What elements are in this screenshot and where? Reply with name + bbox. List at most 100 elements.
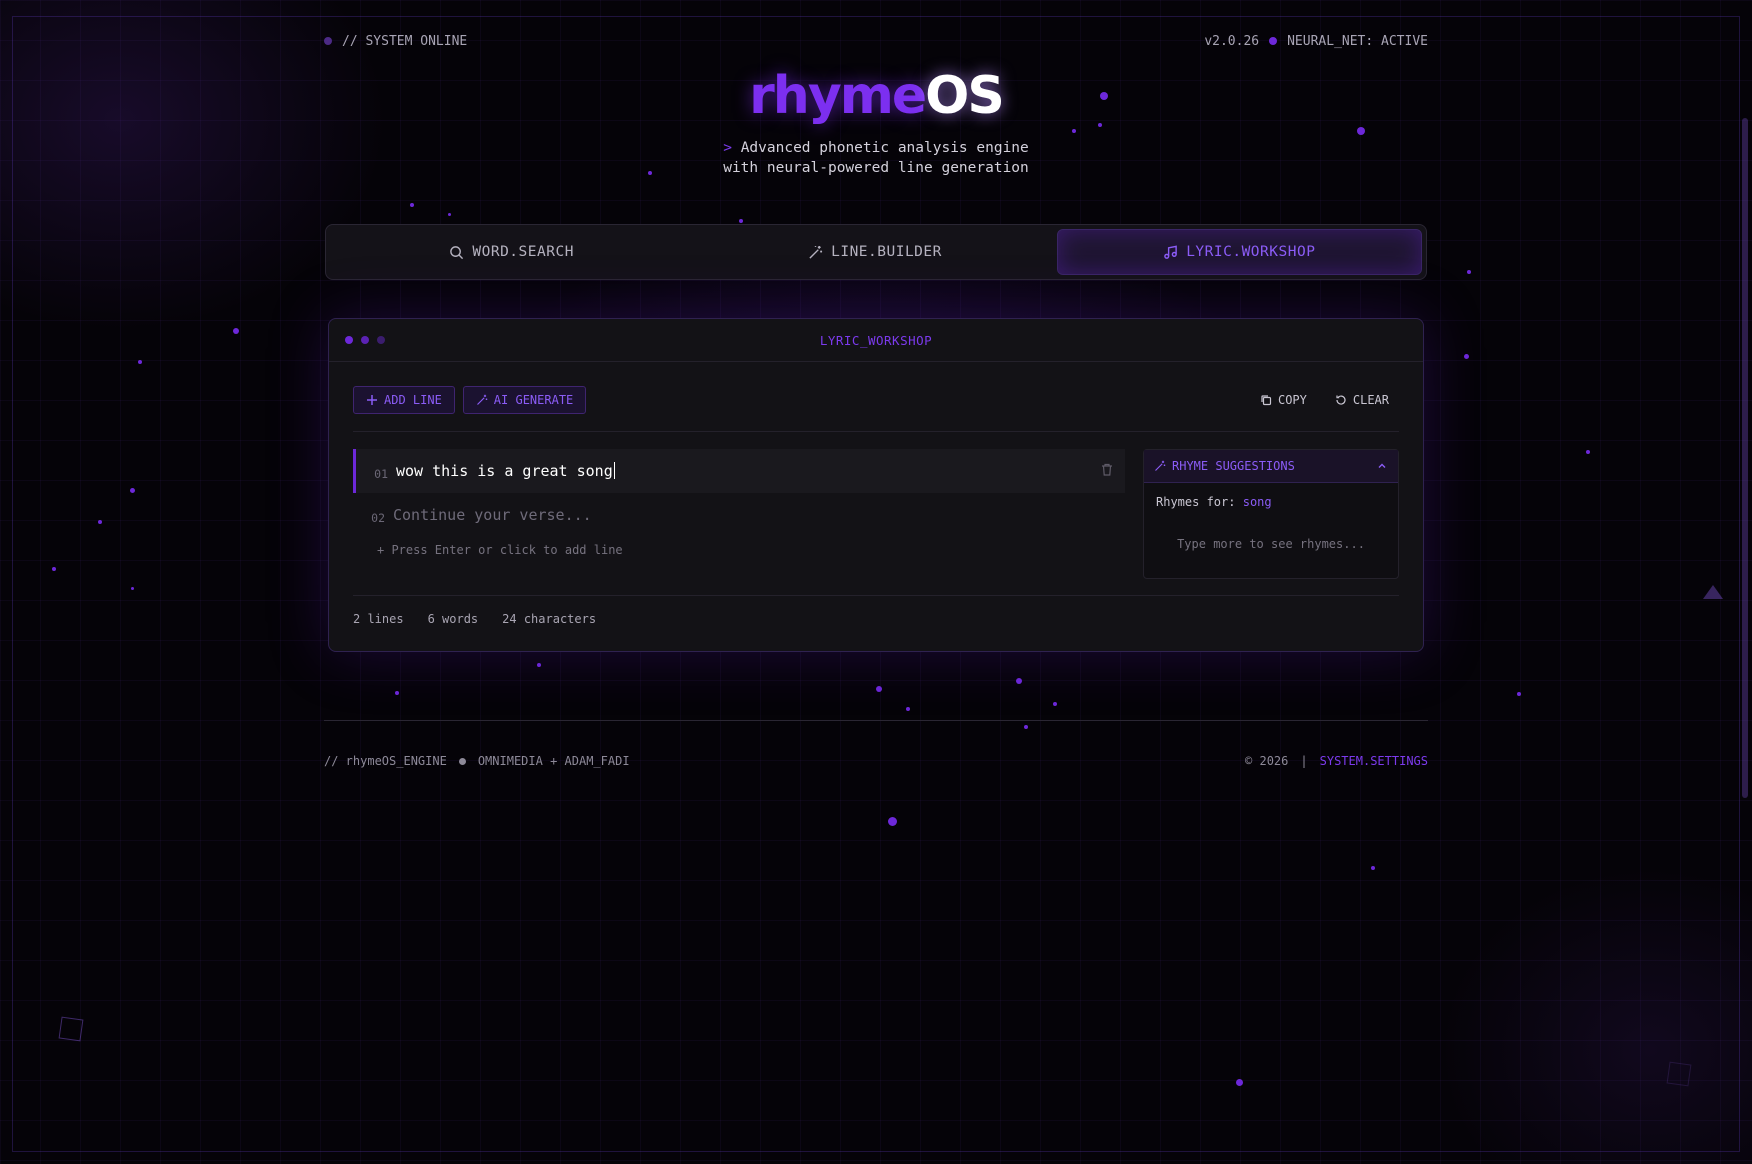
- particle: [1016, 678, 1022, 684]
- footer: // rhymeOS_ENGINE OMNIMEDIA + ADAM_FADI …: [324, 754, 1428, 768]
- workshop-toolbar: ADD LINE AI GENERATE COPY CLEAR: [353, 385, 1399, 415]
- credits-label: OMNIMEDIA + ADAM_FADI: [477, 754, 630, 768]
- particle: [138, 360, 142, 364]
- footer-divider: [324, 720, 1428, 721]
- particle: [131, 587, 134, 590]
- rhymes-for: Rhymes for: song: [1144, 483, 1398, 509]
- rhyme-suggestions-title: RHYME SUGGESTIONS: [1172, 459, 1295, 473]
- reset-icon: [1336, 395, 1346, 405]
- divider: [353, 431, 1399, 432]
- particle: [888, 817, 897, 826]
- particle: [1464, 354, 1469, 359]
- main-tabs: WORD.SEARCH LINE.BUILDER LYRIC.WORKSHOP: [325, 224, 1427, 280]
- particle: [98, 520, 102, 524]
- decorative-triangle: [1703, 585, 1723, 599]
- logo-part-rhyme: rhyme: [749, 66, 927, 126]
- clear-button[interactable]: CLEAR: [1325, 386, 1399, 414]
- app-logo: rhymeOS: [0, 66, 1752, 126]
- lyric-workshop-panel: LYRIC_WORKSHOP ADD LINE AI GENERATE COPY…: [328, 318, 1424, 652]
- lyric-line[interactable]: 02 Continue your verse...: [353, 493, 1125, 537]
- music-note-icon: [1164, 245, 1178, 259]
- lyric-line[interactable]: 01 wow this is a great song: [353, 449, 1125, 493]
- neural-dot-icon: [1269, 37, 1278, 45]
- ai-generate-label: AI GENERATE: [493, 393, 574, 407]
- status-dot-icon: [324, 37, 332, 45]
- particle: [1517, 692, 1521, 696]
- ai-generate-button[interactable]: AI GENERATE: [462, 386, 587, 414]
- footer-separator: |: [1300, 754, 1308, 768]
- window-lights: [345, 336, 385, 344]
- particle: [1024, 725, 1028, 729]
- lyric-editor: 01 wow this is a great song 02 Continue …: [353, 449, 1125, 557]
- particle: [233, 328, 239, 334]
- chevron-up-icon[interactable]: [1376, 460, 1388, 472]
- search-icon: [450, 245, 464, 259]
- particle: [876, 686, 882, 692]
- copy-icon: [1261, 395, 1272, 406]
- divider: [353, 595, 1399, 596]
- trash-icon[interactable]: [1101, 463, 1113, 476]
- sparkle-icon: [1155, 460, 1166, 471]
- prompt-caret: >: [723, 140, 732, 156]
- add-line-hint[interactable]: + Press Enter or click to add line: [353, 543, 1125, 557]
- panel-title: LYRIC_WORKSHOP: [819, 332, 933, 348]
- plus-icon: [367, 395, 377, 405]
- particle: [1072, 129, 1076, 133]
- particle: [130, 488, 135, 493]
- particle: [1053, 702, 1057, 706]
- particle: [1371, 866, 1375, 870]
- rhymes-empty-state: Type more to see rhymes...: [1177, 537, 1365, 551]
- system-settings-link[interactable]: SYSTEM.SETTINGS: [1320, 754, 1428, 768]
- line-input[interactable]: Continue your verse...: [393, 506, 592, 524]
- tab-label: LINE.BUILDER: [831, 244, 942, 260]
- particle: [1586, 450, 1590, 454]
- particle: [395, 691, 399, 695]
- particle: [52, 567, 56, 571]
- wand-icon: [476, 394, 488, 405]
- copyright: © 2026: [1245, 754, 1289, 768]
- copy-button[interactable]: COPY: [1250, 386, 1317, 414]
- particle: [906, 707, 910, 711]
- wand-icon: [809, 245, 823, 259]
- particle: [1357, 127, 1365, 135]
- neural-status: NEURAL_NET: ACTIVE: [1287, 33, 1428, 49]
- tagline-line1: Advanced phonetic analysis engine: [740, 140, 1029, 156]
- logo-part-os: OS: [925, 66, 1005, 126]
- tagline: > Advanced phonetic analysis engine with…: [0, 138, 1752, 178]
- particle: [1236, 1079, 1243, 1086]
- particle: [537, 663, 541, 667]
- status-bar: // SYSTEM ONLINE v2.0.26 NEURAL_NET: ACT…: [324, 32, 1428, 50]
- tagline-line2: with neural-powered line generation: [723, 160, 1029, 176]
- word-count: 6 words: [427, 612, 479, 626]
- version-label: v2.0.26: [1204, 33, 1260, 49]
- tab-lyric-workshop[interactable]: LYRIC.WORKSHOP: [1056, 229, 1422, 275]
- rhyme-suggestions-header[interactable]: RHYME SUGGESTIONS: [1144, 450, 1398, 483]
- line-number: 01: [374, 467, 388, 481]
- particle: [448, 213, 451, 216]
- panel-header: LYRIC_WORKSHOP: [329, 319, 1423, 362]
- particle: [410, 203, 414, 207]
- rhyme-suggestions-panel: RHYME SUGGESTIONS Rhymes for: song Type …: [1143, 449, 1399, 579]
- scrollbar[interactable]: [1742, 118, 1748, 798]
- line-number: 02: [371, 511, 385, 525]
- footer-dot-icon: [458, 757, 466, 765]
- engine-label: // rhymeOS_ENGINE: [324, 754, 447, 768]
- clear-label: CLEAR: [1352, 393, 1389, 407]
- add-line-button[interactable]: ADD LINE: [353, 386, 455, 414]
- stats-bar: 2 lines 6 words 24 characters: [353, 612, 596, 626]
- particle: [1467, 270, 1471, 274]
- rhyme-target-word: song: [1242, 495, 1272, 509]
- tab-word-search[interactable]: WORD.SEARCH: [330, 229, 693, 275]
- system-status: // SYSTEM ONLINE: [342, 33, 468, 49]
- text-cursor: [613, 462, 615, 479]
- line-text[interactable]: wow this is a great song: [396, 462, 615, 480]
- char-count: 24 characters: [502, 612, 597, 626]
- particle: [739, 219, 743, 223]
- tab-label: LYRIC.WORKSHOP: [1186, 244, 1316, 260]
- rhymes-for-label: Rhymes for:: [1156, 495, 1236, 509]
- tab-line-builder[interactable]: LINE.BUILDER: [693, 229, 1056, 275]
- add-line-label: ADD LINE: [384, 393, 442, 407]
- line-count: 2 lines: [353, 612, 404, 626]
- decorative-square: [58, 1016, 84, 1042]
- copy-label: COPY: [1277, 393, 1307, 407]
